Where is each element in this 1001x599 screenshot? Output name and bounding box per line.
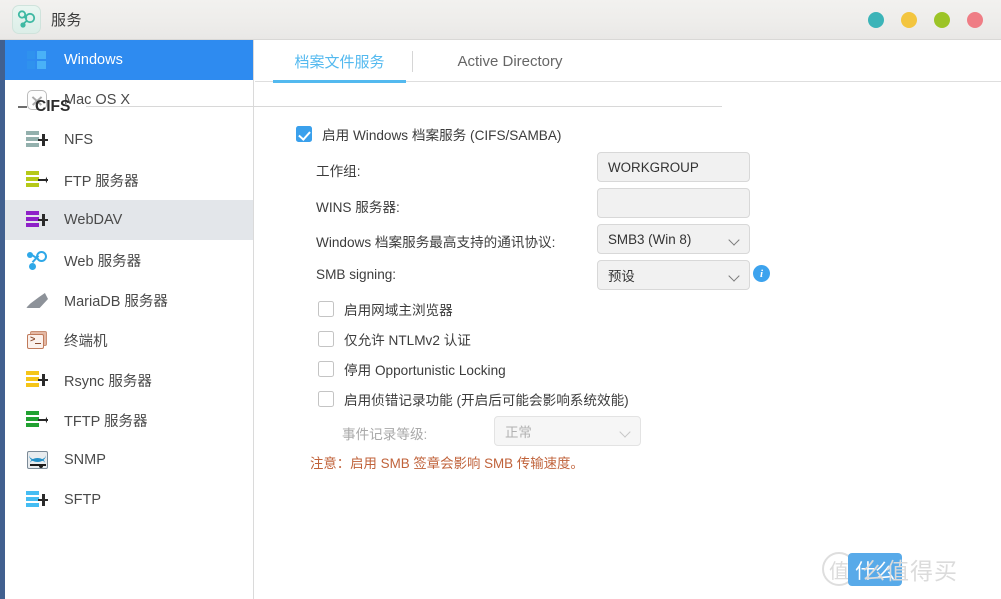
sidebar-item-label: FTP 服务器: [64, 173, 139, 190]
webdav-icon: [25, 209, 49, 231]
sidebar-item-windows[interactable]: Windows: [5, 40, 253, 80]
red-button[interactable]: [967, 12, 983, 28]
ntlmv2-only-label: 仅允许 NTLMv2 认证: [344, 333, 471, 348]
sidebar-item-rsync-server[interactable]: Rsync 服务器: [5, 360, 253, 400]
workgroup-label: 工作组:: [316, 164, 361, 179]
green-button[interactable]: [934, 12, 950, 28]
sidebar-item-label: SFTP: [64, 492, 102, 508]
yellow-button[interactable]: [901, 12, 917, 28]
tftp-server-icon: [25, 409, 49, 431]
sidebar-item-tftp-server[interactable]: TFTP 服务器: [5, 400, 253, 440]
chevron-down-icon: [730, 236, 739, 245]
sidebar-item-label: SNMP: [64, 452, 106, 468]
chevron-down-icon: [621, 428, 630, 437]
disable-oplock-row[interactable]: 停用 Opportunistic Locking: [318, 359, 506, 379]
sidebar-item-label: WebDAV: [64, 212, 123, 228]
sidebar-item-terminal[interactable]: > 终端机: [5, 320, 253, 360]
ftp-server-icon: [25, 169, 49, 191]
rsync-server-icon: [25, 369, 49, 391]
disable-oplock-label: 停用 Opportunistic Locking: [344, 363, 506, 378]
tab-file-service[interactable]: 档案文件服务: [273, 40, 406, 83]
services-node-icon: [12, 5, 41, 34]
tab-separator: [412, 51, 413, 72]
ntlmv2-only-row[interactable]: 仅允许 NTLMv2 认证: [318, 329, 471, 349]
tab-label: 档案文件服务: [294, 53, 385, 71]
sidebar-item-webdav[interactable]: WebDAV: [5, 200, 253, 240]
disable-oplock-checkbox[interactable]: [318, 361, 334, 377]
sidebar-item-sftp[interactable]: SFTP: [5, 480, 253, 520]
tab-label: Active Directory: [457, 52, 563, 70]
sidebar-item-label: 终端机: [64, 333, 108, 350]
sidebar-item-label: Rsync 服务器: [64, 373, 152, 390]
sftp-icon: [25, 489, 49, 511]
log-level-label: 事件记录等级:: [342, 427, 428, 442]
workgroup-input[interactable]: WORKGROUP: [597, 152, 750, 182]
enable-cifs-label: 启用 Windows 档案服务 (CIFS/SAMBA): [322, 128, 562, 143]
section-title: CIFS: [35, 98, 71, 115]
log-level-value: 正常: [505, 425, 532, 440]
snmp-icon: [25, 449, 49, 471]
services-window: 服务 Windows Mac OS X NFS FTP 服务器 WebDAV W…: [0, 0, 1001, 599]
sidebar-item-label: NFS: [64, 132, 93, 148]
info-icon[interactable]: i: [753, 265, 770, 282]
smb-signing-note: 注意：启用 SMB 签章会影响 SMB 传输速度。: [310, 456, 584, 471]
smb-signing-value: 预设: [608, 269, 635, 284]
watermark-text: 么值得买: [862, 558, 958, 584]
terminal-icon: >: [25, 329, 49, 351]
ntlmv2-only-checkbox[interactable]: [318, 331, 334, 347]
title-bar-left: 服务: [12, 5, 82, 34]
windows-icon: [25, 49, 49, 71]
sidebar-item-label: TFTP 服务器: [64, 413, 148, 430]
tab-bar: 档案文件服务 Active Directory: [255, 40, 1001, 83]
sidebar-item-ftp-server[interactable]: FTP 服务器: [5, 160, 253, 200]
tab-active-directory[interactable]: Active Directory: [425, 40, 595, 82]
domain-master-browser-checkbox[interactable]: [318, 301, 334, 317]
sidebar-item-mariadb-server[interactable]: MariaDB 服务器: [5, 280, 253, 320]
log-level-select: 正常: [494, 416, 641, 446]
chevron-down-icon: [730, 272, 739, 281]
window-title: 服务: [51, 12, 83, 29]
cifs-section-legend[interactable]: CIFS: [18, 98, 70, 116]
nfs-server-icon: [25, 129, 49, 151]
domain-master-browser-row[interactable]: 启用网域主浏览器: [318, 299, 453, 319]
window-controls: [868, 12, 983, 28]
sidebar-item-web-server[interactable]: Web 服务器: [5, 240, 253, 280]
service-sidebar: Windows Mac OS X NFS FTP 服务器 WebDAV Web …: [5, 40, 254, 599]
teal-button[interactable]: [868, 12, 884, 28]
section-divider: [86, 106, 722, 107]
enable-debug-log-label: 启用侦错记录功能 (开启后可能会影响系统效能): [344, 393, 629, 408]
enable-cifs-row[interactable]: 启用 Windows 档案服务 (CIFS/SAMBA): [296, 124, 561, 144]
enable-debug-log-checkbox[interactable]: [318, 391, 334, 407]
sidebar-item-label: Web 服务器: [64, 253, 142, 270]
sidebar-item-nfs[interactable]: NFS: [5, 120, 253, 160]
sidebar-item-label: MariaDB 服务器: [64, 293, 168, 310]
enable-debug-log-row[interactable]: 启用侦错记录功能 (开启后可能会影响系统效能): [318, 389, 629, 409]
max-protocol-select[interactable]: SMB3 (Win 8): [597, 224, 750, 254]
mariadb-icon: [25, 289, 49, 311]
watermark: 值 什么 么值得买: [822, 552, 958, 586]
web-server-icon: [25, 249, 49, 271]
max-protocol-label: Windows 档案服务最高支持的通讯协议:: [316, 235, 556, 250]
sidebar-item-label: Windows: [64, 52, 123, 68]
wins-server-input[interactable]: [597, 188, 750, 218]
sidebar-item-snmp[interactable]: SNMP: [5, 440, 253, 480]
smb-signing-label: SMB signing:: [316, 267, 397, 282]
wins-server-label: WINS 服务器:: [316, 200, 400, 215]
smb-signing-select[interactable]: 预设: [597, 260, 750, 290]
minus-icon[interactable]: [18, 106, 27, 108]
max-protocol-value: SMB3 (Win 8): [608, 231, 692, 247]
title-bar: 服务: [0, 0, 1001, 40]
domain-master-browser-label: 启用网域主浏览器: [344, 303, 453, 318]
enable-cifs-checkbox[interactable]: [296, 126, 312, 142]
